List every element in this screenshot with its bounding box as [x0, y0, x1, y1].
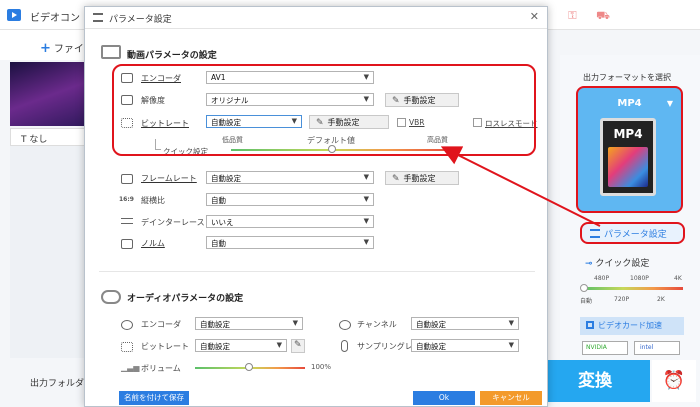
annotation-arrow [440, 146, 601, 227]
